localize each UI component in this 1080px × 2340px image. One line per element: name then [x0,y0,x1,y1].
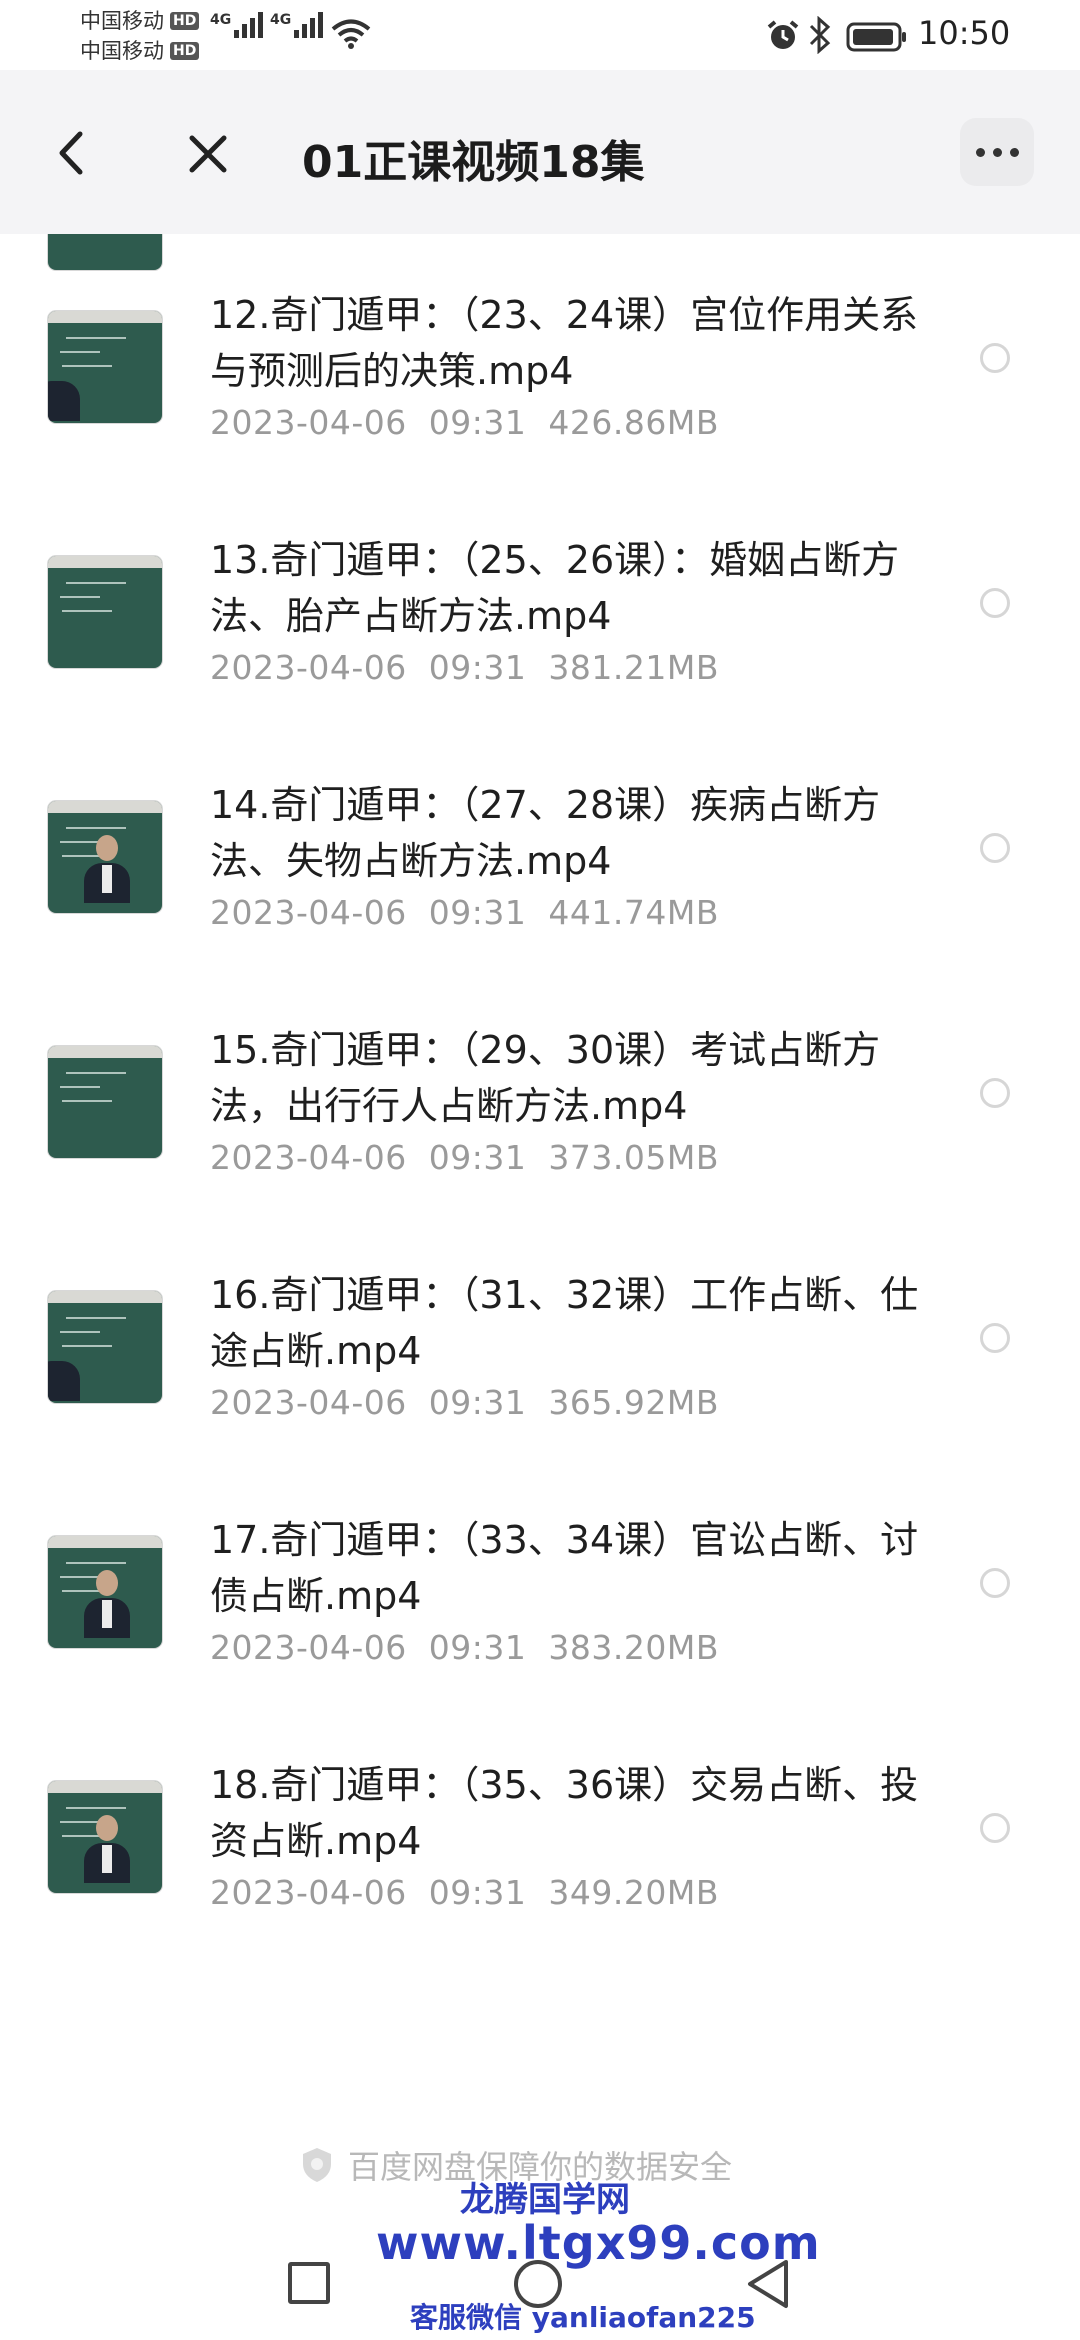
file-item[interactable]: 14.奇门遁甲：（27、28课）疾病占断方法、失物占断方法.mp4 2023-04… [0,735,1080,980]
video-thumbnail [48,311,162,423]
file-size: 373.05MB [548,1138,719,1177]
file-time: 09:31 [428,1873,527,1912]
file-date: 2023-04-06 [210,1383,407,1422]
watermark-contact: 客服微信 yanliaofan225 [410,2301,756,2334]
file-size: 349.20MB [548,1873,719,1912]
video-thumbnail [48,1291,162,1403]
file-item[interactable]: 12.奇门遁甲：（23、24课）宫位作用关系与预测后的决策.mp4 2023-04… [0,245,1080,490]
video-thumbnail [48,801,162,913]
file-list: 2023-04-0609:31443.80MB12.奇门遁甲：（23、24课）宫… [0,0,1080,2100]
file-meta: 2023-04-06 09:31 426.86MB [210,403,719,442]
file-size: 426.86MB [548,403,719,442]
file-date: 2023-04-06 [210,1138,407,1177]
file-time: 09:31 [428,1383,527,1422]
select-radio[interactable] [980,343,1010,373]
select-radio[interactable] [980,1078,1010,1108]
shield-icon [303,2148,331,2182]
file-meta: 2023-04-06 09:31 441.74MB [210,893,719,932]
file-name: 12.奇门遁甲：（23、24课）宫位作用关系与预测后的决策.mp4 [210,293,919,393]
file-meta: 2023-04-06 09:31 349.20MB [210,1873,719,1912]
more-button[interactable] [960,118,1034,186]
file-meta: 2023-04-06 09:31 381.21MB [210,648,719,687]
file-date: 2023-04-06 [210,1628,407,1667]
video-thumbnail [48,1046,162,1158]
file-name: 17.奇门遁甲：（33、34课）官讼占断、讨债占断.mp4 [210,1518,919,1618]
select-radio[interactable] [980,833,1010,863]
select-radio[interactable] [980,1813,1010,1843]
file-size: 383.20MB [548,1628,719,1667]
file-meta: 2023-04-06 09:31 383.20MB [210,1628,719,1667]
header: 01正课视频18集 [0,70,1080,234]
file-date: 2023-04-06 [210,403,407,442]
video-thumbnail [48,1781,162,1893]
more-icon [975,147,985,157]
file-name: 13.奇门遁甲：（25、26课）：婚姻占断方法、胎产占断方法.mp4 [210,538,900,638]
file-size: 365.92MB [548,1383,719,1422]
file-date: 2023-04-06 [210,648,407,687]
file-meta: 2023-04-06 09:31 365.92MB [210,1383,719,1422]
watermark-title: 龙腾国学网 [460,2180,630,2220]
recent-apps-button[interactable] [288,2262,330,2304]
file-size: 441.74MB [548,893,719,932]
file-item[interactable]: 17.奇门遁甲：（33、34课）官讼占断、讨债占断.mp4 2023-04-06 0… [0,1470,1080,1715]
watermark-url: www.ltgx99.com [376,2216,821,2270]
file-time: 09:31 [428,403,527,442]
file-name: 16.奇门遁甲：（31、32课）工作占断、仕途占断.mp4 [210,1273,919,1373]
file-date: 2023-04-06 [210,893,407,932]
select-radio[interactable] [980,1323,1010,1353]
page-title: 01正课视频18集 [302,137,645,188]
file-time: 09:31 [428,1628,527,1667]
file-time: 09:31 [428,648,527,687]
video-thumbnail [48,1536,162,1648]
file-date: 2023-04-06 [210,1873,407,1912]
file-item[interactable]: 16.奇门遁甲：（31、32课）工作占断、仕途占断.mp4 2023-04-06 0… [0,1225,1080,1470]
select-radio[interactable] [980,588,1010,618]
file-size: 381.21MB [548,648,719,687]
close-icon[interactable] [186,132,230,176]
file-time: 09:31 [428,1138,527,1177]
select-radio[interactable] [980,1568,1010,1598]
file-meta: 2023-04-06 09:31 373.05MB [210,1138,719,1177]
file-item[interactable]: 13.奇门遁甲：（25、26课）：婚姻占断方法、胎产占断方法.mp4 2023-0… [0,490,1080,735]
file-item[interactable]: 18.奇门遁甲：（35、36课）交易占断、投资占断.mp4 2023-04-06 0… [0,1715,1080,1960]
video-thumbnail [48,556,162,668]
file-name: 15.奇门遁甲：（29、30课）考试占断方法，出行行人占断方法.mp4 [210,1028,881,1128]
file-item[interactable]: 15.奇门遁甲：（29、30课）考试占断方法，出行行人占断方法.mp4 2023-… [0,980,1080,1225]
file-time: 09:31 [428,893,527,932]
file-name: 14.奇门遁甲：（27、28课）疾病占断方法、失物占断方法.mp4 [210,783,881,883]
back-arrow-icon[interactable] [52,128,92,178]
file-name: 18.奇门遁甲：（35、36课）交易占断、投资占断.mp4 [210,1763,919,1863]
